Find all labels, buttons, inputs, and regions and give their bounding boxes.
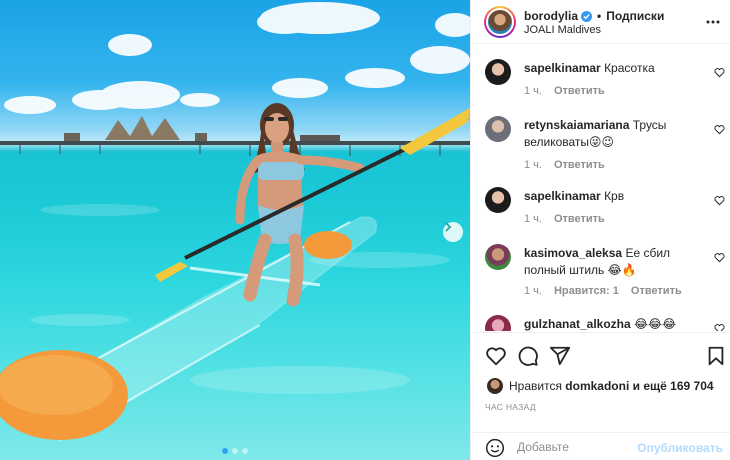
heart-icon[interactable]	[714, 252, 725, 263]
heart-icon[interactable]	[485, 345, 507, 367]
likes-summary[interactable]: Нравится domkadoni и ещё 169 704	[487, 378, 714, 394]
comment-time: 1 ч.	[524, 85, 542, 97]
author-username[interactable]: borodylia	[524, 9, 578, 23]
following-button[interactable]: Подписки	[606, 9, 664, 23]
post-photo[interactable]	[0, 0, 470, 460]
heart-icon[interactable]	[714, 124, 725, 135]
comment-username[interactable]: retynskaiamariana	[524, 118, 629, 132]
comment-time: 1 ч.	[524, 285, 542, 297]
carousel-dot	[242, 448, 248, 454]
carousel-next-button[interactable]	[443, 222, 463, 242]
heart-icon[interactable]	[714, 67, 725, 78]
author-avatar[interactable]	[484, 6, 516, 38]
commenter-avatar[interactable]	[485, 244, 511, 270]
emoji-icon[interactable]	[485, 438, 505, 458]
photo-illustration	[0, 2, 470, 442]
commenter-avatar[interactable]	[485, 187, 511, 213]
chevron-right-icon	[445, 222, 452, 232]
comment-username[interactable]: sapelkinamar	[524, 189, 601, 203]
liker-username[interactable]: domkadoni	[565, 379, 629, 393]
comment-text: Крв	[604, 189, 625, 203]
comment-input[interactable]	[517, 440, 637, 454]
comments-list[interactable]: sapelkinamar Красотка 1 ч. Ответить rety…	[471, 45, 730, 331]
comment-username[interactable]: sapelkinamar	[524, 61, 601, 75]
post-actions	[471, 332, 730, 378]
comment-composer: Опубликовать	[471, 432, 730, 460]
commenter-avatar[interactable]	[485, 59, 511, 85]
verified-icon	[581, 10, 593, 22]
comment-icon[interactable]	[517, 345, 539, 367]
post-timestamp[interactable]: ЧАС НАЗАД	[485, 402, 536, 412]
comment-text: 😂😂😂	[634, 317, 677, 331]
reply-button[interactable]: Ответить	[554, 85, 605, 97]
separator: •	[597, 9, 602, 23]
carousel-dot	[232, 448, 238, 454]
comment-time: 1 ч.	[524, 159, 542, 171]
comment-likes-count[interactable]: Нравится: 1	[554, 285, 619, 297]
carousel-dot	[222, 448, 228, 454]
commenter-avatar[interactable]	[485, 315, 511, 331]
reply-button[interactable]: Ответить	[554, 159, 605, 171]
comment-time: 1 ч.	[524, 213, 542, 225]
heart-icon[interactable]	[714, 195, 725, 206]
heart-icon[interactable]	[714, 323, 725, 331]
comment-text: Красотка	[604, 61, 655, 75]
commenter-avatar[interactable]	[485, 116, 511, 142]
publish-button[interactable]: Опубликовать	[637, 441, 723, 455]
post-panel: borodylia • Подписки JOALI Maldives sape…	[470, 0, 730, 460]
comment-username[interactable]: kasimova_aleksa	[524, 246, 622, 260]
reply-button[interactable]: Ответить	[554, 213, 605, 225]
post-header: borodylia • Подписки JOALI Maldives	[471, 0, 730, 44]
likes-prefix: Нравится	[509, 379, 562, 393]
post-location[interactable]: JOALI Maldives	[524, 24, 601, 36]
liker-avatar	[487, 378, 503, 394]
more-icon[interactable]	[705, 14, 721, 30]
bookmark-icon[interactable]	[705, 345, 727, 367]
likes-count[interactable]: и ещё 169 704	[633, 379, 714, 393]
carousel-indicator	[0, 448, 470, 454]
share-icon[interactable]	[549, 345, 571, 367]
comment-username[interactable]: gulzhanat_alkozha	[524, 317, 631, 331]
reply-button[interactable]: Ответить	[631, 285, 682, 297]
